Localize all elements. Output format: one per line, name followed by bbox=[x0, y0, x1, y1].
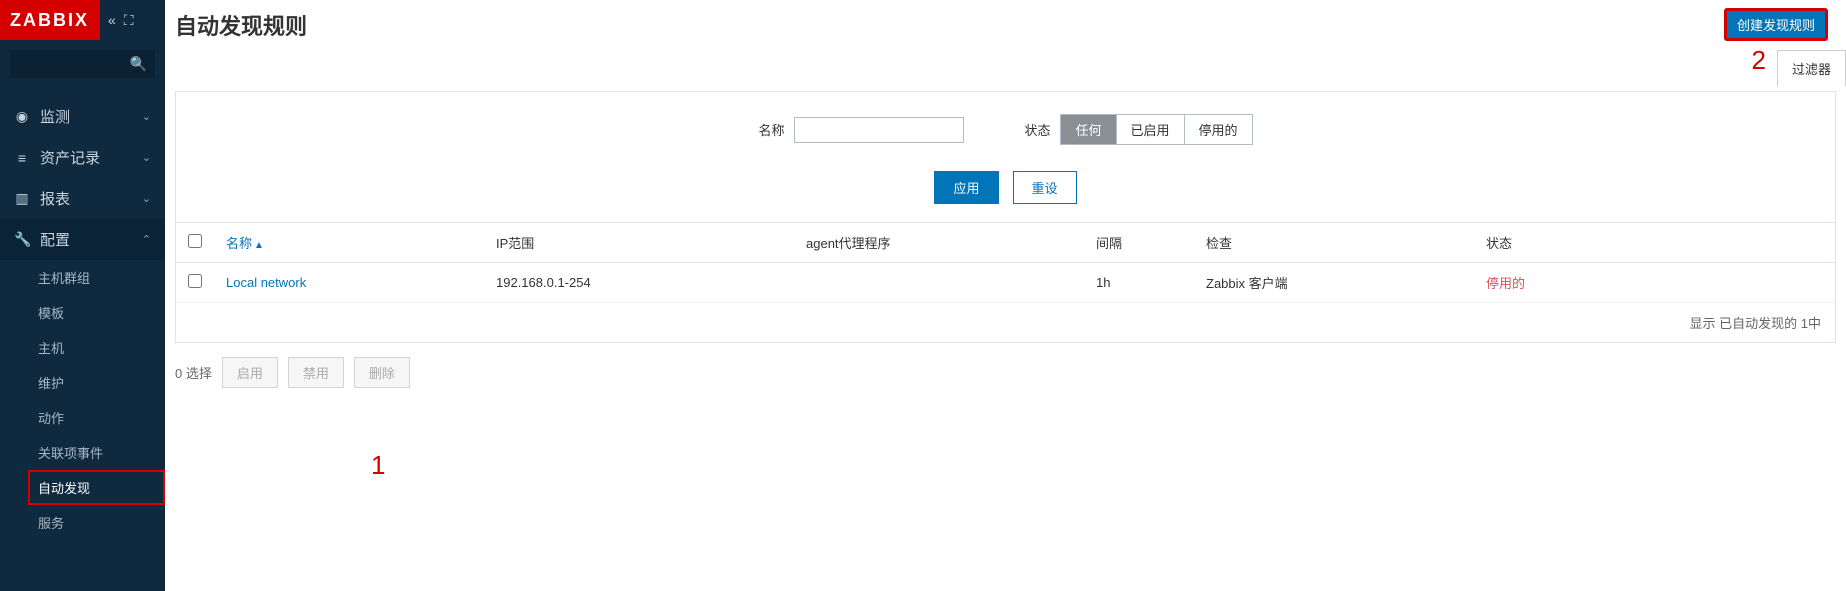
sub-item-5[interactable]: 关联项事件 bbox=[28, 435, 165, 470]
chevron-icon: ⌄ bbox=[142, 110, 151, 123]
status-option-1[interactable]: 已启用 bbox=[1117, 115, 1185, 144]
nav-item-3[interactable]: 🔧 配置 ⌃ bbox=[0, 219, 165, 260]
nav-label: 报表 bbox=[40, 188, 70, 209]
filter-name-field: 名称 bbox=[758, 117, 964, 143]
sub-item-7[interactable]: 服务 bbox=[28, 505, 165, 540]
nav-label: 配置 bbox=[40, 229, 70, 250]
col-agent-proxy[interactable]: agent代理程序 bbox=[794, 223, 1084, 263]
chevron-icon: ⌃ bbox=[142, 233, 151, 246]
top-icons: « ⛶ bbox=[108, 12, 134, 29]
nav-item-1[interactable]: ≡ 资产记录 ⌄ bbox=[0, 137, 165, 178]
table-header-row: 名称▲ IP范围 agent代理程序 间隔 检查 状态 bbox=[176, 223, 1835, 263]
sub-item-2[interactable]: 主机 bbox=[28, 330, 165, 365]
table-footer: 显示 已自动发现的 1中 bbox=[176, 303, 1835, 342]
col-name[interactable]: 名称▲ bbox=[214, 223, 484, 263]
filter-name-input[interactable] bbox=[794, 117, 964, 143]
apply-button[interactable]: 应用 bbox=[934, 171, 998, 204]
sub-item-1[interactable]: 模板 bbox=[28, 295, 165, 330]
col-checkbox bbox=[176, 223, 214, 263]
nav-icon: 🔧 bbox=[14, 231, 30, 248]
main: 自动发现规则 创建发现规则 过滤器 名称 状态 任何已启用停用的 应用 重设 bbox=[165, 0, 1846, 591]
filter-name-label: 名称 bbox=[758, 120, 784, 139]
col-status[interactable]: 状态 bbox=[1474, 223, 1835, 263]
chevron-icon: ⌄ bbox=[142, 151, 151, 164]
status-option-2[interactable]: 停用的 bbox=[1185, 115, 1252, 144]
sidebar: ZABBIX « ⛶ 🔍 ◉ 监测 ⌄ ≡ 资产记录 ⌄ ▥ 报表 ⌄ 🔧 配置 ⌃ 主机群组模板主机维… bbox=[0, 0, 165, 591]
select-all-checkbox[interactable] bbox=[188, 234, 202, 248]
nav-icon: ▥ bbox=[14, 190, 30, 207]
row-agent bbox=[794, 263, 1084, 303]
status-segmented: 任何已启用停用的 bbox=[1060, 114, 1252, 145]
row-interval: 1h bbox=[1084, 263, 1194, 303]
search-row: 🔍 bbox=[0, 44, 165, 84]
bulk-enable-button[interactable]: 启用 bbox=[222, 357, 278, 388]
nav-icon: ≡ bbox=[14, 150, 30, 166]
main-header: 自动发现规则 创建发现规则 bbox=[165, 0, 1846, 51]
row-ip: 192.168.0.1-254 bbox=[484, 263, 794, 303]
filter-row-1: 名称 状态 任何已启用停用的 bbox=[206, 114, 1805, 145]
bulk-delete-button[interactable]: 删除 bbox=[354, 357, 410, 388]
filter-row-2: 应用 重设 bbox=[206, 171, 1805, 204]
table-row: Local network 192.168.0.1-254 1hZabbix 客户端… bbox=[176, 263, 1835, 303]
row-checkbox[interactable] bbox=[188, 274, 202, 288]
nav-label: 监测 bbox=[40, 106, 70, 127]
sub-item-6[interactable]: 自动发现 bbox=[28, 470, 165, 505]
table-wrap: 名称▲ IP范围 agent代理程序 间隔 检查 状态 Local networ… bbox=[175, 223, 1836, 343]
annotation-1: 1 bbox=[371, 450, 385, 481]
bulk-actions: 0 选择 启用 禁用 删除 bbox=[165, 343, 1846, 402]
col-name-label: 名称 bbox=[226, 236, 252, 251]
page-title: 自动发现规则 bbox=[175, 9, 307, 41]
filter-tab[interactable]: 过滤器 bbox=[1777, 50, 1846, 86]
create-discovery-button[interactable]: 创建发现规则 bbox=[1724, 8, 1828, 41]
sub-item-3[interactable]: 维护 bbox=[28, 365, 165, 400]
sub-item-0[interactable]: 主机群组 bbox=[28, 260, 165, 295]
bulk-disable-button[interactable]: 禁用 bbox=[288, 357, 344, 388]
filter-status-field: 状态 任何已启用停用的 bbox=[1024, 114, 1252, 145]
sidebar-top: ZABBIX « ⛶ bbox=[0, 0, 165, 40]
sort-asc-icon: ▲ bbox=[254, 240, 264, 251]
search-icon[interactable]: 🔍 bbox=[130, 56, 147, 73]
row-name-link[interactable]: Local network bbox=[226, 275, 306, 290]
sub-nav: 主机群组模板主机维护动作关联项事件自动发现服务 bbox=[0, 260, 165, 540]
nav-item-2[interactable]: ▥ 报表 ⌄ bbox=[0, 178, 165, 219]
selected-count: 0 选择 bbox=[175, 363, 212, 382]
row-status[interactable]: 停用的 bbox=[1486, 276, 1525, 291]
sub-item-4[interactable]: 动作 bbox=[28, 400, 165, 435]
expand-icon[interactable]: ⛶ bbox=[124, 12, 134, 29]
main-nav: ◉ 监测 ⌄ ≡ 资产记录 ⌄ ▥ 报表 ⌄ 🔧 配置 ⌃ 主机群组模板主机维护动作关联项事件自动发现服… bbox=[0, 96, 165, 540]
collapse-icon[interactable]: « bbox=[108, 12, 116, 29]
nav-label: 资产记录 bbox=[40, 147, 100, 168]
reset-button[interactable]: 重设 bbox=[1013, 171, 1077, 204]
col-check[interactable]: 检查 bbox=[1194, 223, 1474, 263]
nav-item-0[interactable]: ◉ 监测 ⌄ bbox=[0, 96, 165, 137]
nav-icon: ◉ bbox=[14, 108, 30, 125]
filter-panel: 名称 状态 任何已启用停用的 应用 重设 bbox=[175, 91, 1836, 223]
col-ip-range[interactable]: IP范围 bbox=[484, 223, 794, 263]
chevron-icon: ⌄ bbox=[142, 192, 151, 205]
status-option-0[interactable]: 任何 bbox=[1061, 115, 1116, 144]
row-check: Zabbix 客户端 bbox=[1194, 263, 1474, 303]
discovery-table: 名称▲ IP范围 agent代理程序 间隔 检查 状态 Local networ… bbox=[176, 223, 1835, 303]
filter-status-label: 状态 bbox=[1024, 120, 1050, 139]
logo: ZABBIX bbox=[0, 0, 100, 40]
col-interval[interactable]: 间隔 bbox=[1084, 223, 1194, 263]
